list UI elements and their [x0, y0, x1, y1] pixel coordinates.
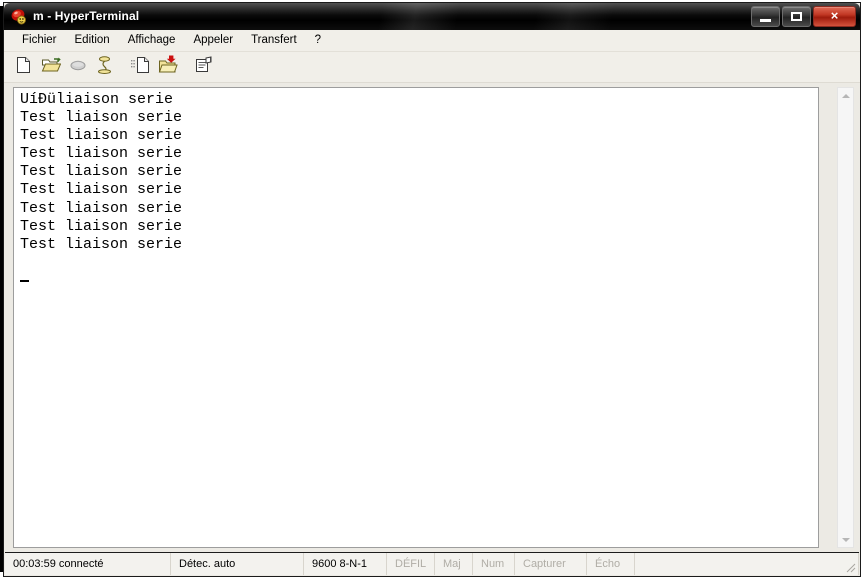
call-phone-icon: [69, 57, 87, 78]
menu-appeler[interactable]: Appeler: [184, 31, 242, 50]
status-filler: [635, 553, 859, 575]
menu-edition[interactable]: Edition: [66, 31, 119, 50]
terminal-line: Test liaison serie: [20, 127, 183, 145]
status-num: Num: [473, 553, 515, 575]
toolbar: [4, 52, 860, 83]
terminal-line: UíÐüliaison serie: [20, 91, 174, 108]
hyperterminal-icon: [11, 8, 28, 25]
minimize-icon: [760, 19, 771, 22]
scroll-up-arrow[interactable]: [838, 88, 853, 103]
vertical-scrollbar[interactable]: [837, 87, 854, 548]
properties-button[interactable]: [190, 54, 217, 80]
status-capturer: Capturer: [515, 553, 587, 575]
desktop-background: m - HyperTerminal × Fichier Edition Affi…: [0, 0, 864, 579]
menu-transfert[interactable]: Transfert: [242, 31, 306, 50]
terminal-line: Test liaison serie: [20, 181, 183, 199]
minimize-button[interactable]: [751, 6, 780, 27]
status-port-settings: 9600 8-N-1: [304, 553, 387, 575]
send-file-icon: [130, 56, 151, 79]
terminal-line: Test liaison serie: [20, 163, 183, 181]
receive-file-button[interactable]: [154, 54, 181, 80]
scroll-up-icon: [841, 93, 850, 98]
status-bar: 00:03:59 connecté Détec. auto 9600 8-N-1…: [5, 552, 859, 575]
receive-file-icon: [158, 55, 178, 79]
status-connection-time: 00:03:59 connecté: [5, 553, 171, 575]
hangup-button[interactable]: [91, 54, 118, 80]
call-button[interactable]: [64, 54, 91, 80]
hyperterminal-window: m - HyperTerminal × Fichier Edition Affi…: [3, 2, 861, 577]
window-title: m - HyperTerminal: [33, 9, 140, 23]
maximize-button[interactable]: [782, 6, 811, 27]
properties-icon: [194, 55, 214, 79]
terminal-line: Test liaison serie: [20, 199, 183, 217]
open-folder-icon: [41, 56, 61, 79]
title-bar[interactable]: m - HyperTerminal ×: [4, 3, 860, 30]
terminal-line: Test liaison serie: [20, 109, 183, 127]
status-maj: Maj: [435, 553, 473, 575]
menu-bar: Fichier Edition Affichage Appeler Transf…: [4, 30, 860, 52]
menu-affichage[interactable]: Affichage: [119, 31, 185, 50]
hangup-phone-icon: [96, 55, 113, 79]
terminal-line: Test liaison serie: [20, 235, 183, 253]
status-defil: DÉFIL: [387, 553, 435, 575]
menu-help[interactable]: ?: [306, 31, 330, 50]
terminal-text: UíÐüliaison serie Test liaison serie Tes…: [20, 91, 182, 290]
close-button[interactable]: ×: [813, 6, 856, 27]
new-connection-button[interactable]: [10, 54, 37, 80]
scroll-down-icon: [841, 537, 850, 542]
menu-fichier[interactable]: Fichier: [13, 31, 66, 50]
terminal-cursor: [20, 279, 29, 282]
terminal-line: Test liaison serie: [20, 217, 183, 235]
close-icon: ×: [830, 8, 839, 23]
status-detection: Détec. auto: [171, 553, 304, 575]
open-button[interactable]: [37, 54, 64, 80]
terminal-line: Test liaison serie: [20, 145, 183, 163]
window-controls: ×: [751, 6, 856, 27]
resize-grip[interactable]: [843, 560, 857, 574]
status-echo: Écho: [587, 553, 635, 575]
terminal-display[interactable]: UíÐüliaison serie Test liaison serie Tes…: [13, 87, 819, 548]
new-connection-icon: [15, 56, 32, 79]
maximize-icon: [791, 12, 802, 21]
send-file-button[interactable]: [127, 54, 154, 80]
scroll-down-arrow[interactable]: [838, 532, 853, 547]
